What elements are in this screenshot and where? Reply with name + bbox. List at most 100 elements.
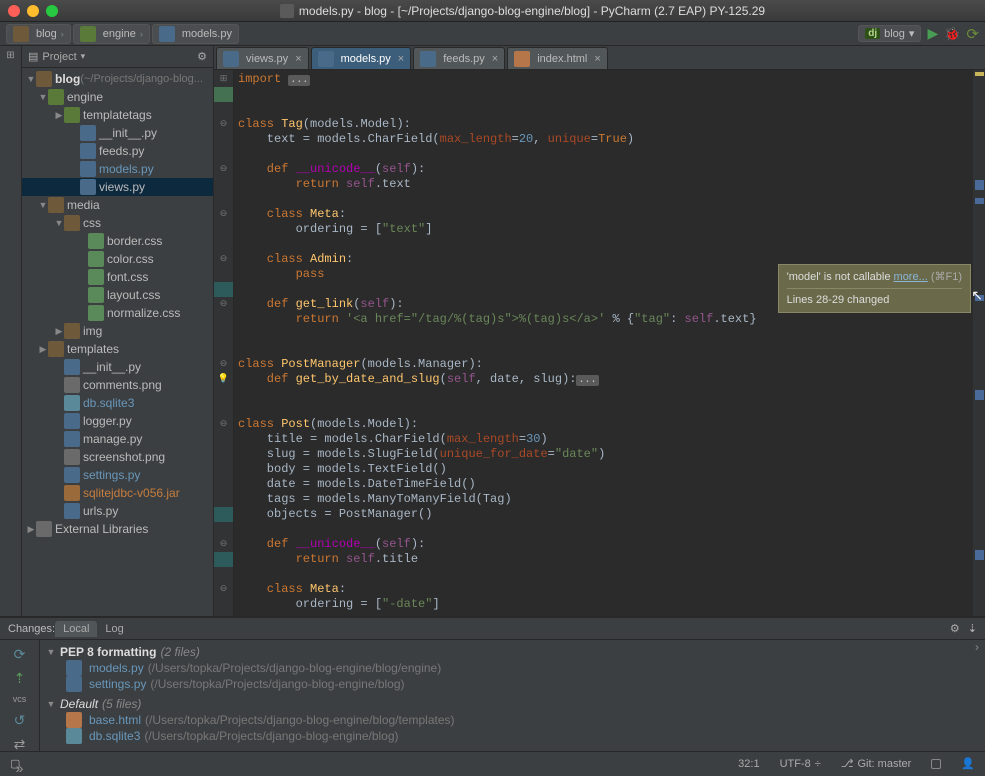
tree-item[interactable]: __init__.py bbox=[22, 358, 213, 376]
changes-tab-local[interactable]: Local bbox=[55, 621, 97, 637]
gear-icon[interactable]: ⚙ bbox=[950, 622, 960, 635]
tree-item[interactable]: db.sqlite3 bbox=[22, 394, 213, 412]
caret-right-icon[interactable]: ▶ bbox=[26, 524, 36, 535]
structure-tool-button[interactable]: ⊞ bbox=[6, 50, 14, 61]
tree-item[interactable]: ▼media bbox=[22, 196, 213, 214]
close-icon[interactable]: × bbox=[492, 53, 498, 65]
tree-item[interactable]: normalize.css bbox=[22, 304, 213, 322]
caret-down-icon[interactable]: ▼ bbox=[38, 92, 48, 102]
git-branch[interactable]: ⎇ Git: master bbox=[841, 757, 911, 770]
tree-item[interactable]: ▶templates bbox=[22, 340, 213, 358]
editor-gutter[interactable]: ⊞ ⊖ ⊖ ⊖ ⊖ ⊖ ⊖ 💡 bbox=[214, 70, 234, 616]
tree-item[interactable]: sqlitejdbc-v056.jar bbox=[22, 484, 213, 502]
error-stripe[interactable] bbox=[973, 70, 985, 616]
run-button[interactable]: ▶ bbox=[927, 25, 938, 42]
tree-item[interactable]: feeds.py bbox=[22, 142, 213, 160]
run-config-dropdown[interactable]: djblog ▾ bbox=[858, 25, 921, 42]
project-tool-title: Project bbox=[42, 51, 76, 63]
breadcrumb-item[interactable]: engine› bbox=[73, 24, 150, 44]
scroll-right-icon[interactable]: › bbox=[969, 640, 985, 751]
tree-item[interactable]: color.css bbox=[22, 250, 213, 268]
tab-index[interactable]: index.html× bbox=[507, 47, 608, 69]
lock-icon[interactable] bbox=[931, 759, 941, 769]
caret-down-icon[interactable]: ▼ bbox=[46, 699, 56, 709]
tree-item[interactable]: border.css bbox=[22, 232, 213, 250]
tree-item[interactable]: layout.css bbox=[22, 286, 213, 304]
changed-file[interactable]: models.py (/Users/topka/Projects/django-… bbox=[46, 660, 963, 676]
tab-feeds[interactable]: feeds.py× bbox=[413, 47, 505, 69]
breadcrumb-item[interactable]: models.py bbox=[152, 24, 239, 44]
folder-icon bbox=[64, 215, 80, 231]
changed-file[interactable]: base.html (/Users/topka/Projects/django-… bbox=[46, 712, 963, 728]
tree-item[interactable]: settings.py bbox=[22, 466, 213, 484]
close-icon[interactable] bbox=[8, 5, 20, 17]
tree-external-libraries[interactable]: ▶External Libraries bbox=[22, 520, 213, 538]
refresh-icon[interactable]: ⟳ bbox=[12, 646, 28, 662]
diff-icon[interactable]: ⇄ bbox=[12, 736, 28, 752]
caret-down-icon[interactable]: ▼ bbox=[26, 74, 36, 84]
changelist-pep[interactable]: ▼PEP 8 formatting (2 files) models.py (/… bbox=[46, 644, 963, 692]
caret-down-icon[interactable]: ▼ bbox=[54, 218, 64, 228]
tree-item-selected[interactable]: views.py bbox=[22, 178, 213, 196]
warning-marker[interactable] bbox=[975, 72, 984, 76]
code-content[interactable]: import ... class Tag(models.Model): text… bbox=[234, 70, 973, 616]
tab-models[interactable]: models.py× bbox=[311, 47, 412, 69]
tree-item[interactable]: __init__.py bbox=[22, 124, 213, 142]
tree-item[interactable]: logger.py bbox=[22, 412, 213, 430]
changed-file[interactable]: db.sqlite3 (/Users/topka/Projects/django… bbox=[46, 728, 963, 744]
project-tree[interactable]: ▼blog (~/Projects/django-blog... ▼engine… bbox=[22, 68, 213, 540]
tree-item[interactable]: ▶img bbox=[22, 322, 213, 340]
tree-item[interactable]: ▼css bbox=[22, 214, 213, 232]
caret-down-icon[interactable]: ▼ bbox=[38, 200, 48, 210]
tab-views[interactable]: views.py× bbox=[216, 47, 309, 69]
python-icon bbox=[80, 143, 96, 159]
encoding-selector[interactable]: UTF-8 ÷ bbox=[780, 758, 821, 770]
more-link[interactable]: more... bbox=[894, 271, 928, 283]
change-marker[interactable] bbox=[975, 550, 984, 560]
tree-item[interactable]: manage.py bbox=[22, 430, 213, 448]
expand-icon[interactable]: » bbox=[12, 760, 28, 776]
hector-icon[interactable]: 👤 bbox=[961, 757, 975, 770]
gear-icon[interactable]: ⚙ bbox=[197, 50, 207, 63]
revert-icon[interactable]: ↺ bbox=[12, 712, 28, 728]
changes-lists[interactable]: ▼PEP 8 formatting (2 files) models.py (/… bbox=[40, 640, 969, 751]
project-tool-icon: ▤ bbox=[28, 50, 38, 63]
changed-file[interactable]: settings.py (/Users/topka/Projects/djang… bbox=[46, 676, 963, 692]
close-icon[interactable]: × bbox=[398, 53, 404, 65]
breadcrumb-item[interactable]: blog› bbox=[6, 24, 71, 44]
left-gutter: ⊞ bbox=[0, 46, 22, 616]
maximize-icon[interactable] bbox=[46, 5, 58, 17]
change-marker[interactable] bbox=[975, 180, 984, 190]
tree-item[interactable]: urls.py bbox=[22, 502, 213, 520]
caret-right-icon[interactable]: ▶ bbox=[38, 344, 48, 355]
changes-tab-log[interactable]: Log bbox=[97, 621, 131, 637]
change-marker[interactable] bbox=[975, 198, 984, 204]
code-editor[interactable]: ⊞ ⊖ ⊖ ⊖ ⊖ ⊖ ⊖ 💡 bbox=[214, 70, 985, 616]
caret-right-icon[interactable]: ▶ bbox=[54, 326, 64, 337]
chevron-down-icon[interactable]: ▾ bbox=[81, 51, 86, 62]
debug-button[interactable]: 🐞 bbox=[944, 26, 960, 42]
close-icon[interactable]: × bbox=[594, 53, 600, 65]
caret-position[interactable]: 32:1 bbox=[738, 758, 759, 770]
caret-right-icon[interactable]: ▶ bbox=[54, 110, 64, 121]
download-icon[interactable]: ⇣ bbox=[968, 622, 977, 635]
tree-item[interactable]: ▶templatetags bbox=[22, 106, 213, 124]
caret-down-icon[interactable]: ▼ bbox=[46, 647, 56, 657]
inspection-tooltip: 'model' is not callable more... (⌘F1) Li… bbox=[778, 264, 971, 313]
python-icon bbox=[64, 503, 80, 519]
tree-item[interactable]: comments.png bbox=[22, 376, 213, 394]
vcs-commit-icon[interactable]: ⇡ bbox=[12, 670, 28, 686]
tree-item[interactable]: ▼engine bbox=[22, 88, 213, 106]
tree-item[interactable]: screenshot.png bbox=[22, 448, 213, 466]
close-icon[interactable]: × bbox=[295, 53, 301, 65]
tree-item[interactable]: font.css bbox=[22, 268, 213, 286]
file-icon bbox=[280, 4, 294, 18]
css-icon bbox=[88, 233, 104, 249]
tree-item[interactable]: models.py bbox=[22, 160, 213, 178]
reload-button[interactable]: ⟳ bbox=[966, 25, 979, 43]
change-marker[interactable] bbox=[975, 390, 984, 400]
changelist-default[interactable]: ▼Default (5 files) base.html (/Users/top… bbox=[46, 696, 963, 744]
title-text: models.py - blog - [~/Projects/django-bl… bbox=[299, 4, 765, 18]
minimize-icon[interactable] bbox=[27, 5, 39, 17]
tree-root[interactable]: ▼blog (~/Projects/django-blog... bbox=[22, 70, 213, 88]
